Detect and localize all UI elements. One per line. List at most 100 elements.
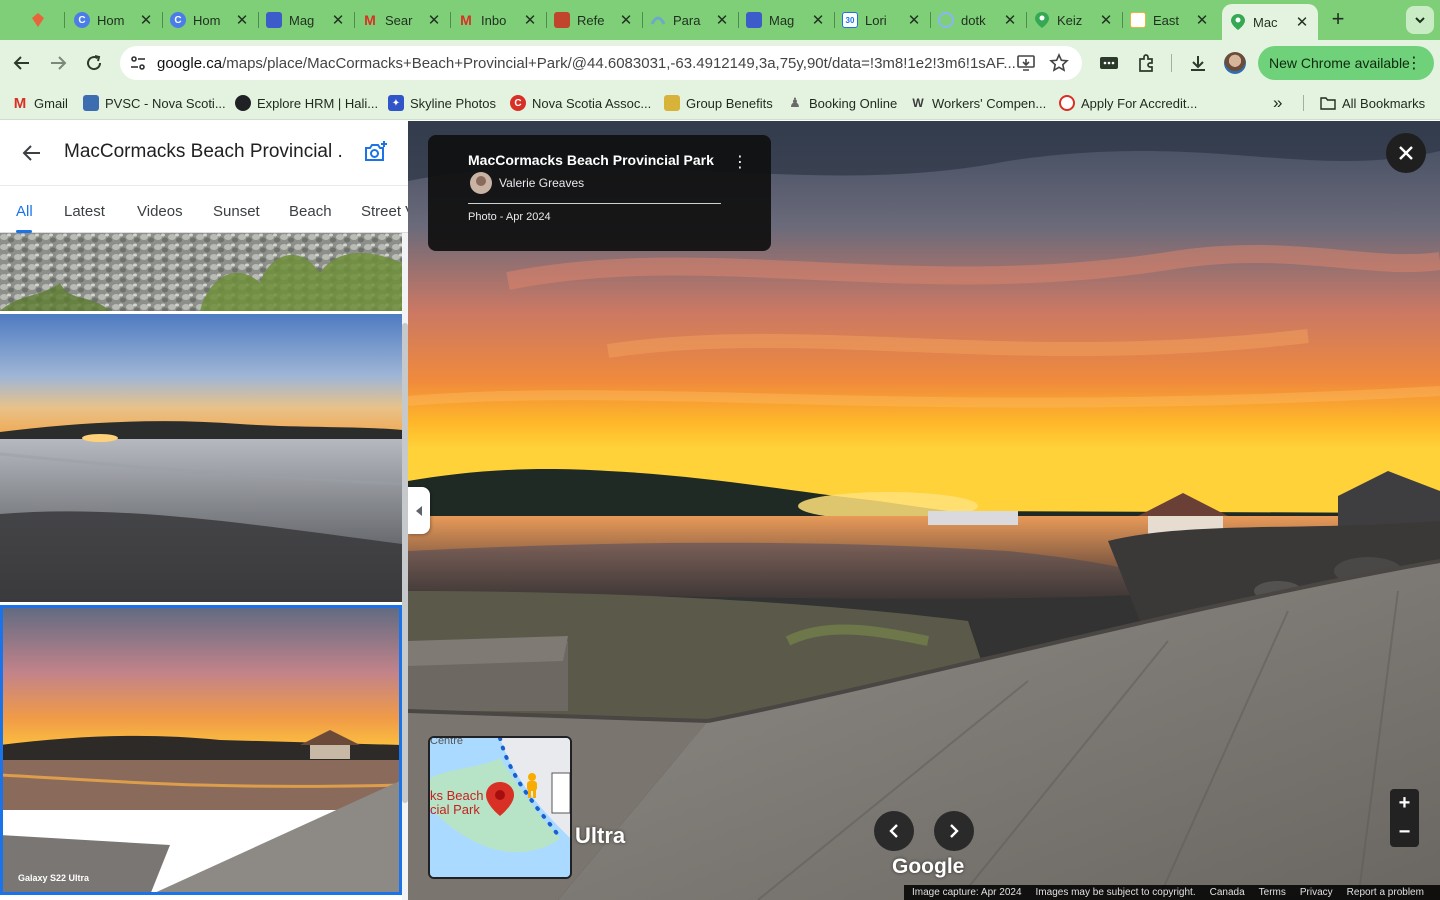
tab-title: East: [1153, 12, 1180, 28]
all-bookmarks-button[interactable]: All Bookmarks: [1320, 94, 1425, 112]
bookmark-star-icon[interactable]: [1049, 53, 1069, 78]
close-tab-icon[interactable]: ✕: [1098, 11, 1114, 29]
downloads-button[interactable]: [1185, 50, 1211, 76]
site-info-icon[interactable]: [126, 51, 150, 75]
zoom-in-button[interactable]: +: [1390, 789, 1419, 818]
close-tab-icon[interactable]: ✕: [138, 11, 154, 29]
close-viewer-button[interactable]: [1386, 133, 1426, 173]
browser-tab-13[interactable]: East ✕: [1122, 6, 1218, 34]
next-photo-button[interactable]: [934, 811, 974, 851]
new-tab-button[interactable]: +: [1327, 8, 1349, 30]
bookmark-skyline[interactable]: ✦ Skyline Photos: [388, 94, 496, 112]
reload-button[interactable]: [81, 50, 107, 76]
photos-panel: MacCormacks Beach Provincial ... All Lat…: [0, 121, 408, 900]
camera-model-text: Ultra: [575, 823, 626, 848]
tab-title: Hom: [193, 12, 221, 28]
install-app-icon[interactable]: [1016, 53, 1036, 78]
tab-beach[interactable]: Beach: [289, 203, 332, 220]
photo-thumbnail-sunset-calm[interactable]: [0, 314, 402, 602]
collapse-panel-button[interactable]: [408, 487, 430, 534]
c-logo-icon: C: [74, 12, 90, 28]
browser-tab-12[interactable]: Keiz ✕: [1026, 6, 1122, 34]
tab-sunset[interactable]: Sunset: [213, 203, 260, 220]
bookmark-pvsc[interactable]: PVSC - Nova Scoti...: [83, 94, 226, 112]
tab-search-button[interactable]: [1406, 6, 1434, 34]
close-tab-icon[interactable]: ✕: [1002, 11, 1018, 29]
tab-title: Mac: [1253, 14, 1278, 30]
ref-icon: [554, 12, 570, 28]
photo-viewer[interactable]: MacCormacks Beach Provincial Park Valeri…: [408, 121, 1440, 900]
close-tab-icon[interactable]: ✕: [810, 11, 826, 29]
bookmark-gmail[interactable]: M Gmail: [12, 94, 68, 112]
bookmark-group-benefits[interactable]: Group Benefits: [664, 94, 773, 112]
browser-tab-4[interactable]: Mag ✕: [258, 6, 354, 34]
panel-back-button[interactable]: [20, 141, 44, 165]
gmail-icon: M: [460, 12, 472, 28]
more-vert-icon[interactable]: ⋮: [1406, 53, 1422, 73]
close-tab-icon[interactable]: ✕: [906, 11, 922, 29]
close-tab-icon[interactable]: ✕: [426, 11, 442, 29]
browser-tab-11[interactable]: dotk ✕: [930, 6, 1026, 34]
photo-thumbnail-selected[interactable]: Galaxy S22 Ultra: [0, 605, 402, 895]
tab-videos[interactable]: Videos: [137, 203, 183, 220]
close-tab-icon[interactable]: ✕: [714, 11, 730, 29]
bookmark-wcb[interactable]: W Workers' Compen...: [910, 94, 1046, 112]
browser-tab-active[interactable]: Mac ✕: [1222, 4, 1318, 40]
more-bookmarks-button[interactable]: »: [1273, 93, 1282, 112]
close-tab-icon[interactable]: ✕: [1294, 13, 1310, 31]
back-button[interactable]: [9, 50, 35, 76]
extension-button[interactable]: [1096, 50, 1122, 76]
browser-tab-8[interactable]: Para ✕: [642, 6, 738, 34]
browser-tab-10[interactable]: 30 Lori ✕: [834, 6, 930, 34]
browser-tab-7[interactable]: Refe ✕: [546, 6, 642, 34]
terms-link[interactable]: Terms: [1259, 887, 1286, 898]
previous-photo-button[interactable]: [874, 811, 914, 851]
photo-thumbnail-pebbles[interactable]: [0, 233, 402, 311]
folder-icon: [1320, 95, 1336, 111]
close-tab-icon[interactable]: ✕: [522, 11, 538, 29]
browser-tab-3[interactable]: C Hom ✕: [162, 6, 258, 34]
browser-tab-9[interactable]: Mag ✕: [738, 6, 834, 34]
avatar: [1224, 52, 1246, 74]
url-text[interactable]: google.ca/maps/place/MacCormacks+Beach+P…: [157, 55, 1017, 72]
photo-grid: Galaxy S22 Ultra: [0, 233, 408, 900]
browser-tab-1[interactable]: [22, 6, 64, 34]
extensions-button[interactable]: [1133, 50, 1159, 76]
place-name[interactable]: MacCormacks Beach Provincial Park: [468, 152, 714, 168]
bookmark-label: Gmail: [34, 95, 68, 111]
browser-tab-5[interactable]: M Sear ✕: [354, 6, 450, 34]
add-photo-button[interactable]: [363, 140, 389, 166]
bookmark-explore-hrm[interactable]: Explore HRM | Hali...: [235, 94, 378, 112]
zoom-control: + −: [1390, 789, 1419, 847]
browser-tab-6[interactable]: M Inbo ✕: [450, 6, 546, 34]
privacy-link[interactable]: Privacy: [1300, 887, 1333, 898]
tab-all[interactable]: All: [16, 203, 33, 220]
more-vert-icon[interactable]: ⋮: [730, 152, 750, 172]
close-tab-icon[interactable]: ✕: [1194, 11, 1210, 29]
zoom-out-button[interactable]: −: [1390, 818, 1419, 847]
pvsc-icon: [83, 95, 99, 111]
chevron-down-icon: [1415, 17, 1425, 24]
profile-button[interactable]: [1222, 50, 1248, 76]
close-tab-icon[interactable]: ✕: [234, 11, 250, 29]
close-tab-icon[interactable]: ✕: [618, 11, 634, 29]
close-tab-icon[interactable]: ✕: [330, 11, 346, 29]
report-problem-link[interactable]: Report a problem: [1347, 887, 1424, 898]
bookmark-nsa[interactable]: C Nova Scotia Assoc...: [510, 94, 651, 112]
mini-map[interactable]: Centre ks Beach cial Park: [428, 736, 572, 879]
browser-tab-2[interactable]: C Hom ✕: [66, 6, 162, 34]
region-link[interactable]: Canada: [1210, 887, 1245, 898]
tab-street-view[interactable]: Street V: [361, 203, 408, 220]
bookmark-booking[interactable]: ♟ Booking Online: [787, 94, 897, 112]
print-icon: [746, 12, 762, 28]
chrome-update-button[interactable]: New Chrome available ⋮: [1258, 46, 1434, 80]
author-name[interactable]: Valerie Greaves: [499, 176, 584, 190]
author-avatar[interactable]: [470, 172, 492, 194]
tab-title: Lori: [865, 12, 887, 28]
address-bar[interactable]: google.ca/maps/place/MacCormacks+Beach+P…: [120, 46, 1082, 80]
bookmark-accredit[interactable]: Apply For Accredit...: [1059, 94, 1197, 112]
tab-latest[interactable]: Latest: [64, 203, 105, 220]
bookmark-label: Apply For Accredit...: [1081, 95, 1198, 111]
forward-button[interactable]: [45, 50, 71, 76]
map-pin-icon: [486, 782, 514, 816]
